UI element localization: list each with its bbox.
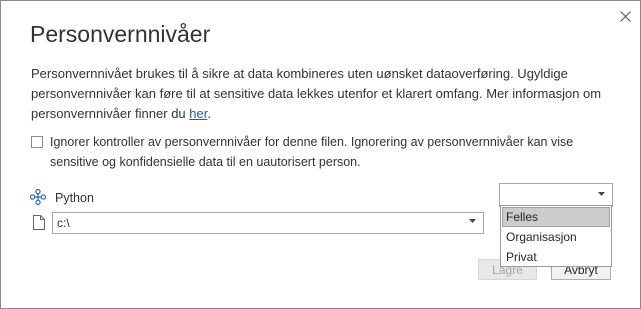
close-icon	[619, 10, 631, 22]
ignore-privacy-checkbox[interactable]	[31, 136, 43, 148]
description-end: .	[207, 106, 211, 121]
dropdown-option-felles[interactable]: Felles	[502, 207, 610, 227]
dropdown-option-organisasjon[interactable]: Organisasjon	[501, 227, 611, 247]
description-text: Personvernnivået brukes til å sikre at d…	[31, 64, 611, 124]
source-path-value: c:\	[57, 216, 70, 230]
source-name: Python	[55, 191, 94, 205]
chevron-down-icon	[469, 219, 476, 223]
source-path-combobox[interactable]: c:\	[52, 212, 484, 234]
privacy-levels-dialog: Personvernnivåer Personvernnivået brukes…	[0, 0, 641, 309]
description-body: Personvernnivået brukes til å sikre at d…	[31, 66, 602, 121]
privacy-level-dropdown-list: Felles Organisasjon Privat	[500, 205, 612, 267]
dialog-title: Personvernnivåer	[30, 21, 211, 47]
close-button[interactable]	[615, 6, 635, 26]
ignore-privacy-label: Ignorer kontroller av personvernnivåer f…	[50, 135, 574, 169]
more-info-link[interactable]: her	[189, 106, 207, 121]
python-icon	[30, 189, 46, 205]
chevron-down-icon	[598, 192, 605, 196]
file-icon	[33, 215, 45, 230]
dropdown-option-privat[interactable]: Privat	[501, 247, 611, 267]
privacy-level-combobox[interactable]	[499, 183, 613, 207]
